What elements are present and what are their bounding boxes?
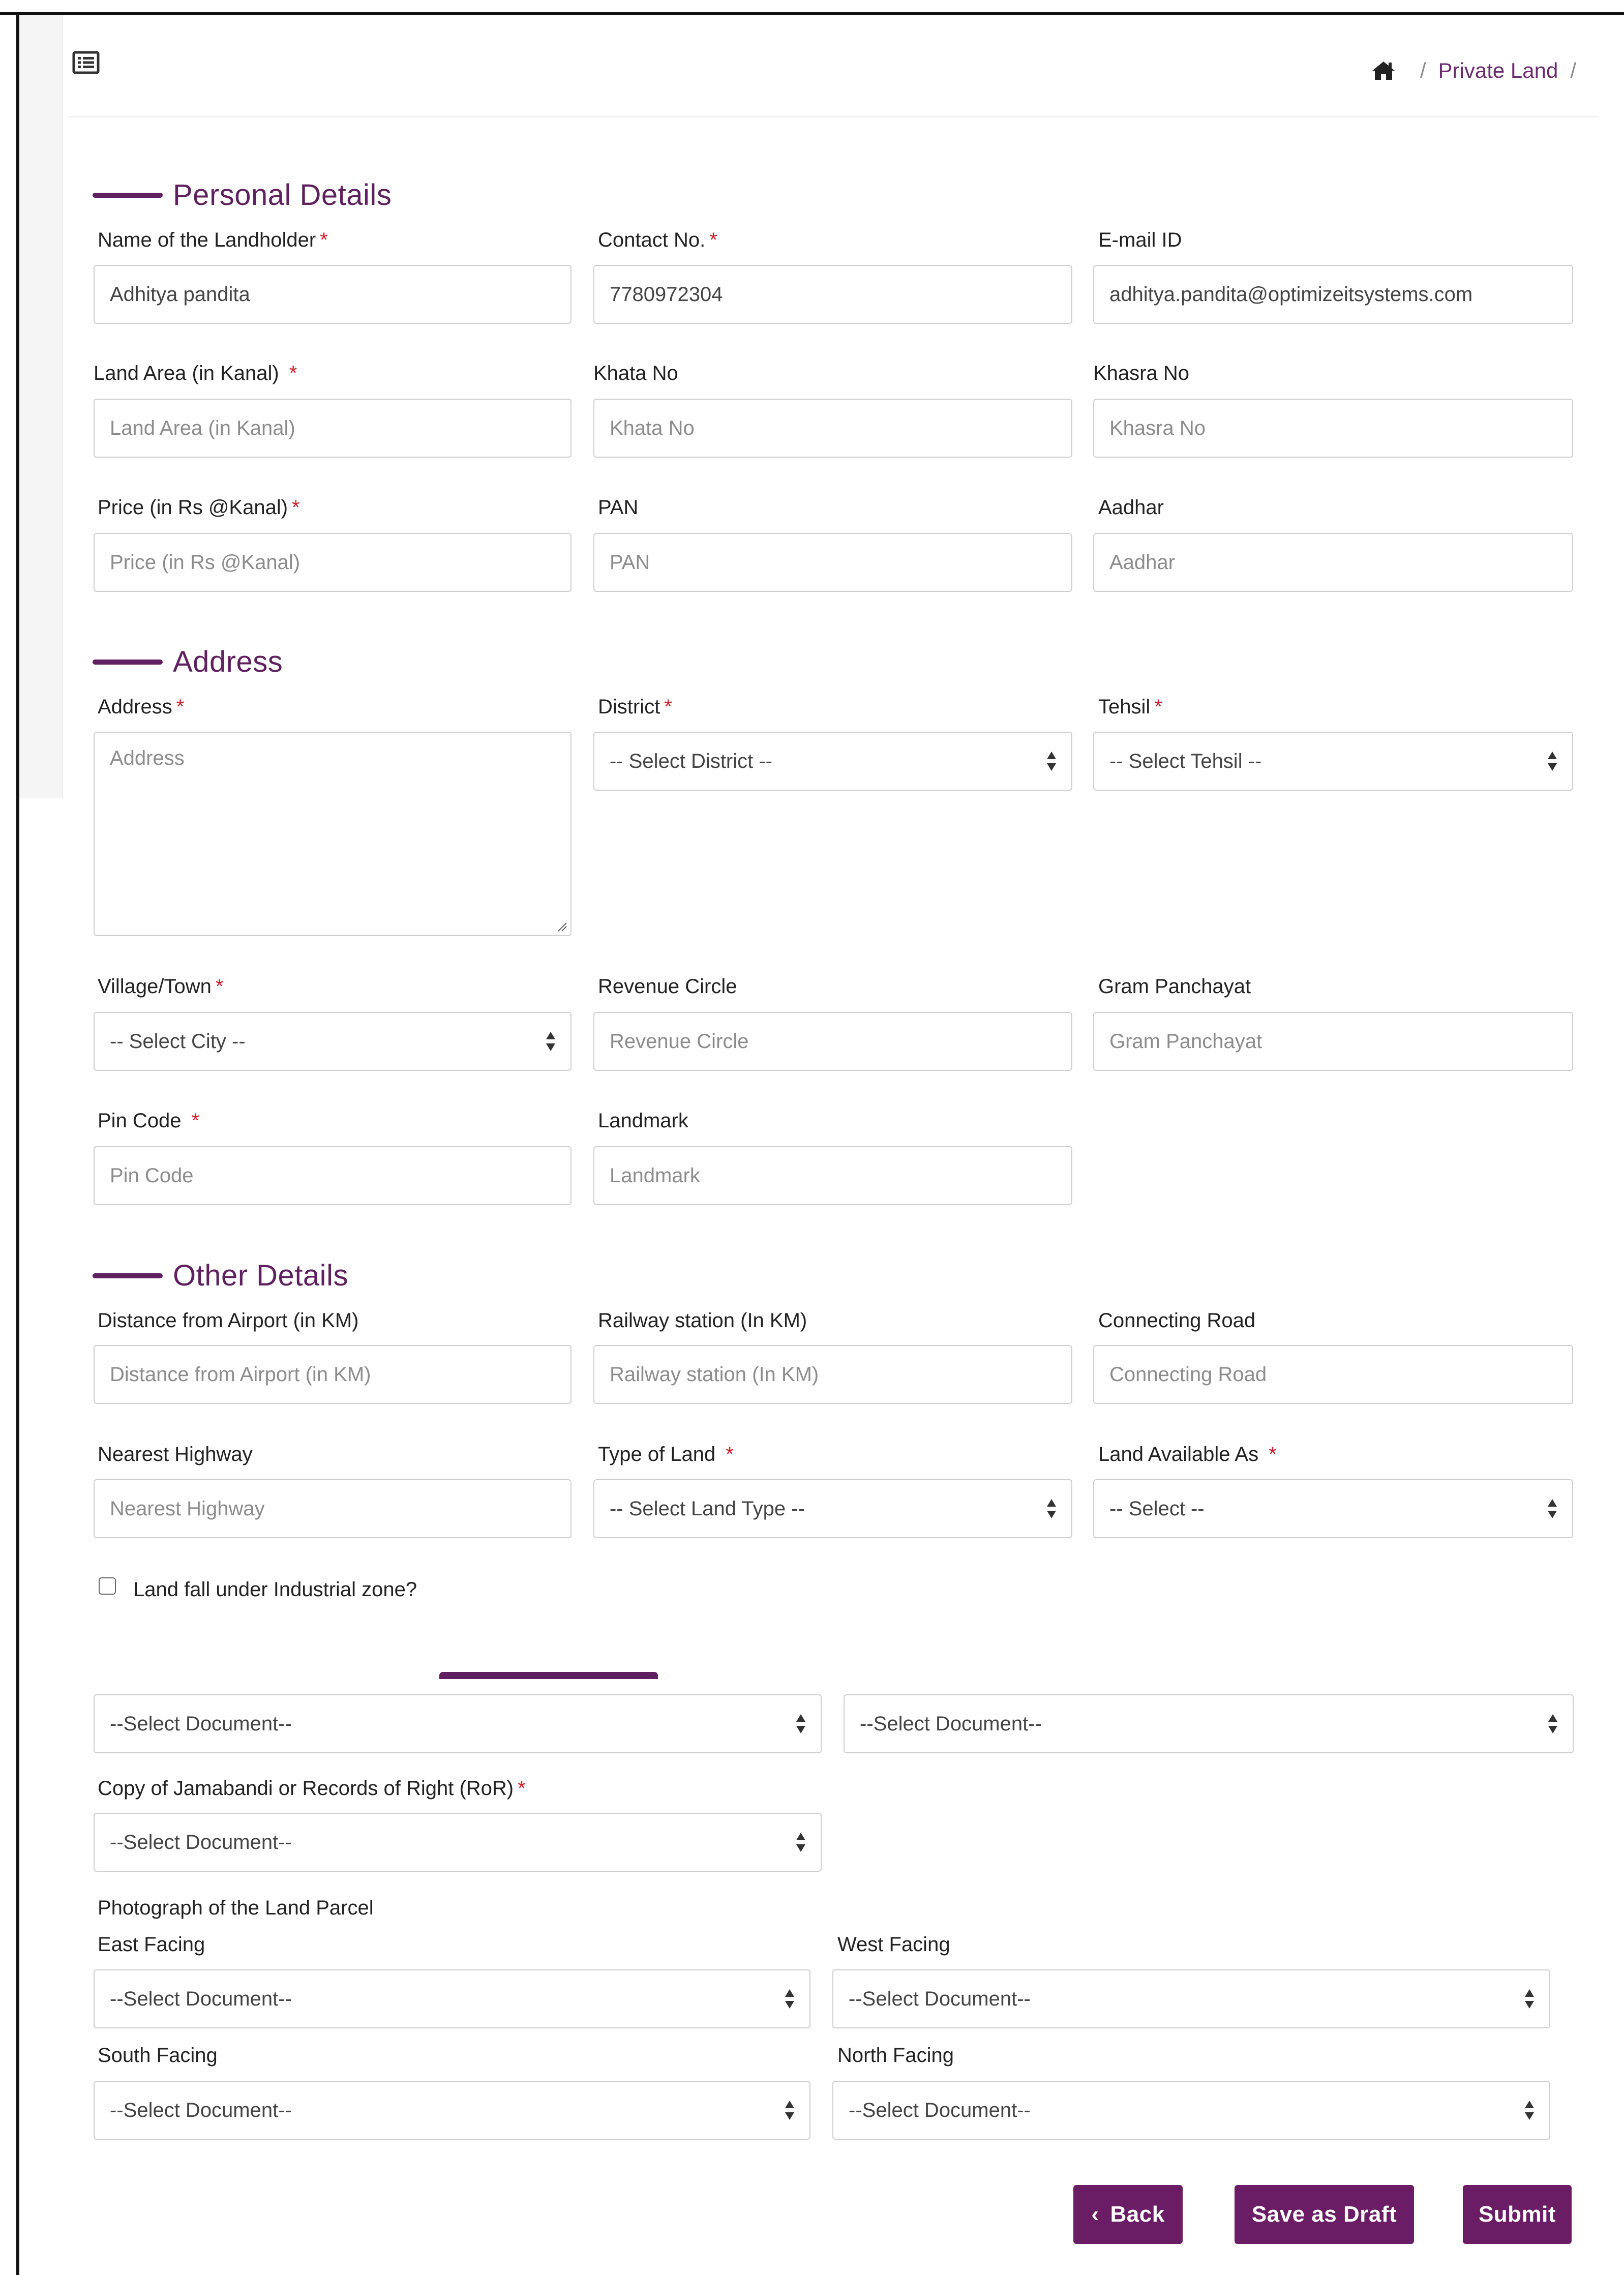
pan-input[interactable]: PAN — [593, 533, 1072, 592]
land-type-select[interactable]: -- Select Land Type -- — [593, 1479, 1072, 1538]
village-town-select[interactable]: -- Select City -- — [94, 1012, 572, 1071]
document-select-1[interactable]: --Select Document-- — [94, 1694, 822, 1753]
landholder-name-input[interactable]: Adhitya pandita — [94, 265, 572, 324]
industrial-zone-checkbox[interactable] — [99, 1577, 116, 1595]
khasra-no-input[interactable]: Khasra No — [1093, 399, 1573, 458]
select-caret-icon — [785, 2101, 794, 2120]
select-caret-icon — [546, 1032, 555, 1051]
breadcrumb-separator: / — [1570, 58, 1576, 82]
gram-panchayat-label: Gram Panchayat — [1098, 975, 1251, 998]
section-accent-bar — [93, 192, 163, 198]
select-caret-icon — [1047, 752, 1056, 771]
home-icon[interactable] — [1371, 59, 1396, 82]
section-accent-bar — [93, 1273, 163, 1278]
price-input[interactable]: Price (in Rs @Kanal) — [94, 533, 572, 592]
landholder-name-label: Name of the Landholder * — [98, 229, 328, 251]
select-caret-icon — [1047, 1499, 1056, 1518]
address-label: Address * — [98, 696, 185, 718]
district-label: District * — [598, 696, 672, 718]
select-caret-icon — [796, 1714, 805, 1733]
back-button[interactable]: ‹ Back — [1073, 2185, 1183, 2244]
breadcrumb-private-land[interactable]: Private Land — [1438, 58, 1558, 83]
save-draft-button[interactable]: Save as Draft — [1235, 2185, 1414, 2244]
pin-code-input[interactable]: Pin Code — [94, 1146, 572, 1205]
email-label: E-mail ID — [1098, 229, 1182, 251]
nearest-highway-label: Nearest Highway — [98, 1443, 253, 1465]
document-select-2[interactable]: --Select Document-- — [844, 1694, 1574, 1753]
select-caret-icon — [1548, 752, 1557, 771]
section-title: Address — [173, 645, 283, 678]
price-label: Price (in Rs @Kanal) * — [98, 496, 300, 519]
khata-no-input[interactable]: Khata No — [593, 399, 1072, 458]
tehsil-select[interactable]: -- Select Tehsil -- — [1093, 732, 1573, 791]
land-available-label: Land Available As * — [1098, 1443, 1277, 1465]
select-caret-icon — [785, 1989, 794, 2009]
pan-label: PAN — [598, 496, 639, 519]
landmark-label: Landmark — [598, 1110, 688, 1132]
ror-label: Copy of Jamabandi or Records of Right (R… — [98, 1777, 526, 1800]
airport-distance-input[interactable]: Distance from Airport (in KM) — [94, 1345, 572, 1404]
chevron-left-icon: ‹ — [1091, 2202, 1099, 2227]
land-type-label: Type of Land * — [598, 1443, 734, 1465]
village-town-label: Village/Town * — [98, 975, 224, 998]
tehsil-label: Tehsil * — [1098, 696, 1162, 718]
south-facing-label: South Facing — [98, 2044, 218, 2067]
nearest-highway-input[interactable]: Nearest Highway — [94, 1479, 572, 1538]
submit-button[interactable]: Submit — [1463, 2185, 1572, 2244]
list-menu-icon[interactable] — [72, 51, 100, 74]
top-bar: / Private Land / — [63, 15, 1624, 117]
west-facing-label: West Facing — [837, 1933, 950, 1956]
select-caret-icon — [796, 1833, 805, 1852]
revenue-circle-label: Revenue Circle — [598, 975, 737, 998]
breadcrumb-separator: / — [1420, 58, 1426, 82]
pin-code-label: Pin Code * — [98, 1110, 200, 1132]
section-other-details: Other Details — [93, 1259, 348, 1293]
section-title: Personal Details — [173, 178, 392, 212]
west-facing-select[interactable]: --Select Document-- — [832, 1969, 1550, 2028]
connecting-road-input[interactable]: Connecting Road — [1093, 1345, 1573, 1404]
aadhar-label: Aadhar — [1098, 496, 1164, 519]
east-facing-select[interactable]: --Select Document-- — [94, 1969, 810, 2028]
section-personal-details: Personal Details — [93, 178, 392, 212]
land-available-select[interactable]: -- Select -- — [1093, 1479, 1573, 1538]
land-area-input[interactable]: Land Area (in Kanal) — [94, 399, 572, 458]
section-address: Address — [93, 645, 283, 679]
connecting-road-label: Connecting Road — [1098, 1309, 1256, 1332]
address-textarea[interactable]: Address — [94, 732, 572, 936]
khasra-no-label: Khasra No — [1093, 362, 1189, 384]
breadcrumb: / Private Land / — [1371, 58, 1588, 83]
landmark-input[interactable]: Landmark — [593, 1146, 1072, 1205]
khata-no-label: Khata No — [593, 362, 678, 384]
select-caret-icon — [1525, 2101, 1534, 2120]
airport-distance-label: Distance from Airport (in KM) — [98, 1309, 359, 1332]
header-divider — [68, 116, 1599, 117]
email-input[interactable]: adhitya.pandita@optimizeitsystems.com — [1093, 265, 1573, 324]
district-select[interactable]: -- Select District -- — [593, 732, 1072, 791]
north-facing-select[interactable]: --Select Document-- — [832, 2081, 1550, 2140]
document-tab-indicator — [439, 1672, 658, 1679]
industrial-zone-label: Land fall under Industrial zone? — [133, 1578, 417, 1601]
sidebar-shadow — [19, 15, 63, 798]
south-facing-select[interactable]: --Select Document-- — [94, 2081, 810, 2140]
section-title: Other Details — [173, 1259, 348, 1292]
east-facing-label: East Facing — [98, 1933, 205, 1956]
contact-no-label: Contact No. * — [598, 229, 717, 251]
railway-station-label: Railway station (In KM) — [598, 1309, 807, 1332]
ror-document-select[interactable]: --Select Document-- — [94, 1813, 822, 1872]
resize-handle-icon[interactable] — [556, 921, 567, 932]
gram-panchayat-input[interactable]: Gram Panchayat — [1093, 1012, 1573, 1071]
contact-no-input[interactable]: 7780972304 — [593, 265, 1072, 324]
revenue-circle-input[interactable]: Revenue Circle — [593, 1012, 1072, 1071]
railway-station-input[interactable]: Railway station (In KM) — [593, 1345, 1072, 1404]
land-photograph-label: Photograph of the Land Parcel — [98, 1897, 374, 1919]
north-facing-label: North Facing — [837, 2044, 954, 2067]
select-caret-icon — [1548, 1499, 1557, 1518]
select-caret-icon — [1548, 1714, 1557, 1733]
section-accent-bar — [93, 659, 163, 665]
aadhar-input[interactable]: Aadhar — [1093, 533, 1573, 592]
select-caret-icon — [1525, 1989, 1534, 2009]
land-area-label: Land Area (in Kanal) * — [94, 362, 297, 384]
